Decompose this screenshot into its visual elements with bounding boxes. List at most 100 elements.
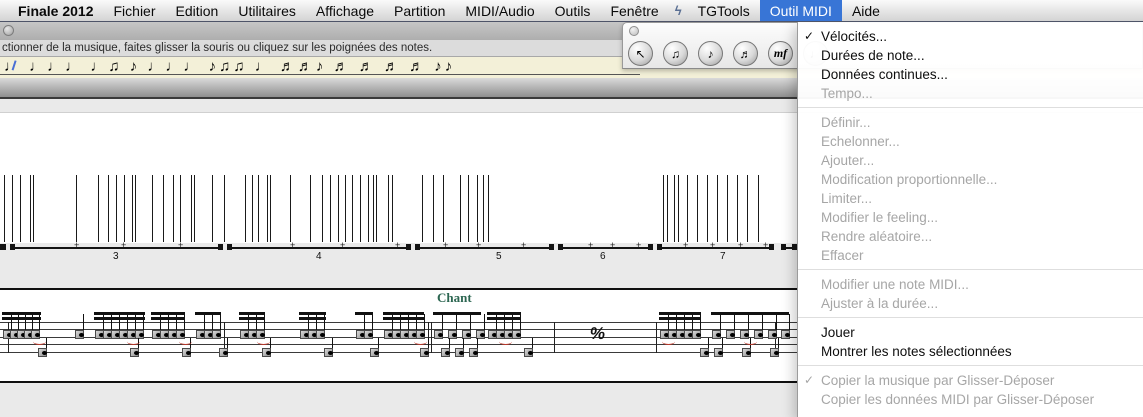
menubar-item-aide[interactable]: Aide [842, 0, 890, 21]
note-handle[interactable] [434, 330, 443, 339]
velocity-bar[interactable] [108, 175, 109, 242]
note-handle[interactable] [726, 330, 735, 339]
velocity-bar[interactable] [212, 175, 213, 242]
velocity-bar[interactable] [460, 175, 461, 242]
velocity-bar[interactable] [468, 175, 469, 242]
velocity-bar[interactable] [697, 175, 698, 242]
menubar-item-finale-2012[interactable]: Finale 2012 [8, 0, 104, 21]
menubar-item-tgtools[interactable]: TGTools [688, 0, 760, 21]
velocity-bar[interactable] [443, 175, 444, 242]
menubar-item-partition[interactable]: Partition [384, 0, 455, 21]
finalescript-icon[interactable]: ϟ [669, 0, 688, 21]
velocity-bar[interactable] [392, 175, 393, 242]
velocity-bar[interactable] [488, 175, 489, 242]
velocity-bar[interactable] [135, 175, 136, 242]
velocity-bar[interactable] [270, 175, 271, 242]
velocity-bar[interactable] [368, 175, 369, 242]
menu-item-donnees-continues[interactable]: Données continues... [798, 65, 1143, 84]
note-handle[interactable] [75, 330, 84, 339]
velocity-bar[interactable] [376, 175, 377, 242]
note-handle[interactable] [130, 348, 139, 357]
velocity-bar[interactable] [132, 175, 133, 242]
note-handle[interactable] [219, 348, 228, 357]
menubar-item-outils[interactable]: Outils [545, 0, 601, 21]
velocity-bar[interactable] [116, 175, 117, 242]
note-handle[interactable] [742, 348, 751, 357]
note-handle[interactable] [364, 330, 373, 339]
staff-tool-icon[interactable]: ♫ [663, 41, 688, 66]
velocity-bar[interactable] [194, 175, 195, 242]
measure-bracket[interactable] [227, 247, 410, 249]
measure-bracket-handle[interactable] [1, 244, 6, 250]
velocity-bar[interactable] [124, 175, 125, 242]
measure-bracket[interactable] [10, 247, 222, 249]
velocity-bar[interactable] [678, 175, 679, 242]
note-handle[interactable] [38, 348, 47, 357]
velocity-bar[interactable] [663, 175, 664, 242]
velocity-bar[interactable] [373, 175, 374, 242]
velocity-bar[interactable] [727, 175, 728, 242]
note-handle[interactable] [420, 348, 429, 357]
velocity-bar[interactable] [180, 175, 181, 242]
note-handle[interactable] [781, 330, 790, 339]
note-handle[interactable] [770, 348, 779, 357]
note-handle[interactable] [524, 348, 533, 357]
note-handle[interactable] [262, 348, 271, 357]
note-handle[interactable] [455, 348, 464, 357]
velocity-bar[interactable] [258, 175, 259, 242]
velocity-bar[interactable] [758, 175, 759, 242]
velocity-bar[interactable] [674, 175, 675, 242]
velocity-bar[interactable] [33, 175, 34, 242]
note-handle[interactable] [469, 348, 478, 357]
velocity-bar[interactable] [152, 175, 153, 242]
velocity-bar[interactable] [330, 175, 331, 242]
measure-bracket-handle[interactable] [769, 244, 774, 250]
measure-bracket-handle[interactable] [558, 244, 563, 250]
velocity-bar[interactable] [310, 175, 311, 242]
continuous-data-tool-icon[interactable]: ♬ [733, 41, 758, 66]
measure-bracket-handle[interactable] [227, 244, 232, 250]
velocity-bar[interactable] [338, 175, 339, 242]
velocity-bar[interactable] [483, 175, 484, 242]
velocity-bar[interactable] [12, 175, 13, 242]
velocity-bar[interactable] [4, 175, 5, 242]
velocity-bar[interactable] [422, 175, 423, 242]
velocity-bar[interactable] [76, 175, 77, 242]
measure-bracket-handle[interactable] [415, 244, 420, 250]
menubar-item-outil-midi[interactable]: Outil MIDI [759, 0, 842, 21]
note-handle[interactable] [370, 348, 379, 357]
velocity-bar[interactable] [20, 175, 21, 242]
velocity-bar[interactable] [667, 175, 668, 242]
measure-bracket[interactable] [415, 247, 553, 249]
note-handle[interactable] [212, 330, 221, 339]
velocity-bar[interactable] [737, 175, 738, 242]
menubar-item-fichier[interactable]: Fichier [104, 0, 166, 21]
velocity-bar[interactable] [352, 175, 353, 242]
velocity-bar[interactable] [747, 175, 748, 242]
velocity-bar[interactable] [163, 175, 164, 242]
menu-item-montrer-les-notes-selectionnees[interactable]: Montrer les notes sélectionnées [798, 342, 1143, 361]
menubar-item-utilitaires[interactable]: Utilitaires [228, 0, 306, 21]
selection-tool-icon[interactable]: ↖ [628, 41, 653, 66]
velocity-bar[interactable] [245, 175, 246, 242]
note-handle[interactable] [441, 348, 450, 357]
measure-bracket-handle[interactable] [657, 244, 662, 250]
note-handle[interactable] [768, 330, 777, 339]
menubar-item-fenetre[interactable]: Fenêtre [600, 0, 668, 21]
velocity-bar[interactable] [477, 175, 478, 242]
menubar-item-affichage[interactable]: Affichage [306, 0, 384, 21]
note-handle[interactable] [714, 348, 723, 357]
measure-bracket-handle[interactable] [10, 244, 15, 250]
measure-bracket-handle[interactable] [218, 244, 223, 250]
note-duration-tool-icon[interactable]: ♪ [698, 41, 723, 66]
menu-item-jouer[interactable]: Jouer [798, 323, 1143, 342]
palette-close-button[interactable] [629, 26, 639, 36]
velocity-bar[interactable] [224, 175, 225, 242]
velocity-bar[interactable] [98, 175, 99, 242]
velocity-bar[interactable] [345, 175, 346, 242]
velocity-bar[interactable] [267, 175, 268, 242]
note-handle[interactable] [692, 330, 701, 339]
menu-item-durees-de-note[interactable]: Durées de note... [798, 46, 1143, 65]
note-handle[interactable] [182, 348, 191, 357]
measure-bracket-handle[interactable] [648, 244, 653, 250]
